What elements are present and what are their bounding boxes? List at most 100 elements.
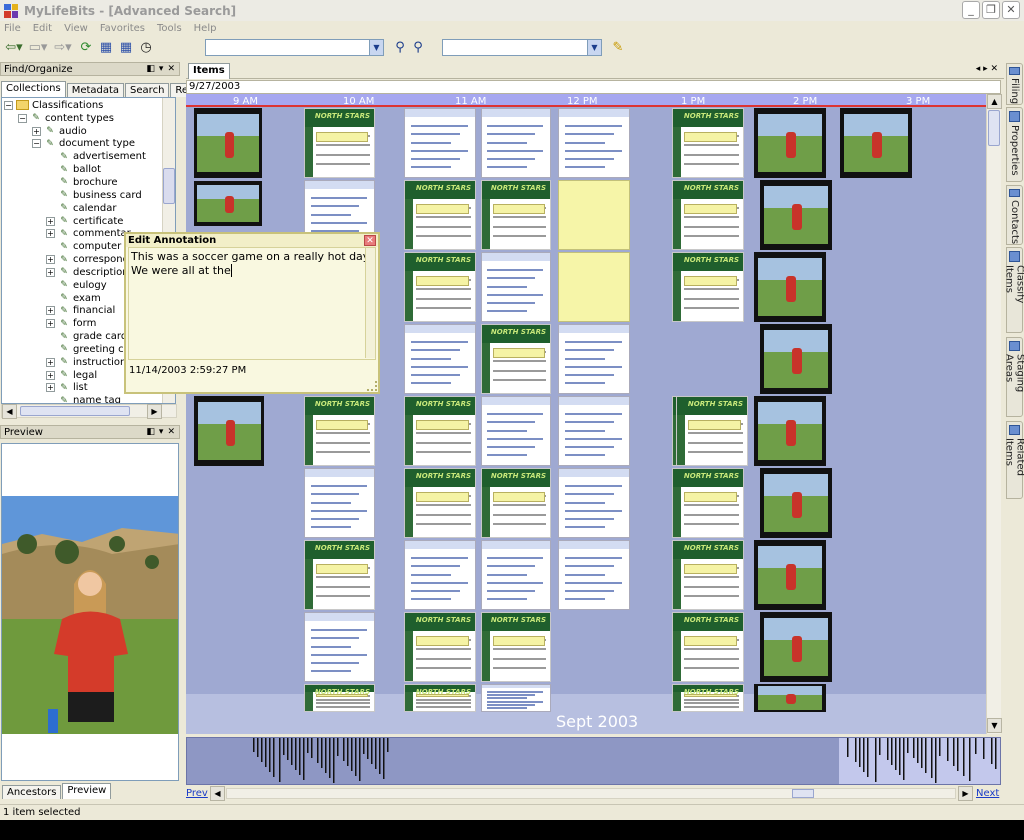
side-tab-contacts[interactable]: Contacts (1006, 185, 1023, 245)
expand-icon[interactable]: + (46, 306, 55, 316)
tab-collections[interactable]: Collections (1, 81, 66, 97)
document-thumbnail[interactable] (481, 396, 551, 466)
document-thumbnail[interactable] (304, 468, 375, 538)
expand-icon[interactable]: + (46, 319, 55, 329)
scroll-up-icon[interactable]: ▲ (987, 94, 1002, 109)
document-thumbnail[interactable]: NORTH STARS (481, 612, 551, 682)
menu-favorites[interactable]: Favorites (100, 21, 145, 36)
document-thumbnail[interactable]: NORTH STARS (304, 396, 375, 466)
expand-icon[interactable]: + (46, 383, 55, 393)
dialog-scrollbar[interactable] (365, 248, 375, 358)
expand-icon[interactable]: + (46, 370, 55, 380)
items-vscrollbar[interactable]: ▲ ▼ (986, 94, 1002, 734)
note-icon[interactable]: ✎ (610, 39, 626, 55)
photo-thumbnail[interactable] (754, 252, 826, 322)
menu-file[interactable]: File (4, 21, 21, 36)
close-button[interactable]: ✕ (1002, 1, 1020, 19)
tree-hscrollbar[interactable]: ◀ ▶ (1, 404, 177, 419)
search-combo[interactable]: ▼ (205, 39, 384, 56)
scroll-down-icon[interactable]: ▼ (987, 718, 1002, 733)
items-panel-controls[interactable]: ◂ ▸ ✕ (976, 64, 998, 74)
document-thumbnail[interactable]: NORTH STARS (304, 684, 375, 712)
scroll-left-icon[interactable]: ◀ (210, 786, 225, 801)
photo-thumbnail[interactable] (760, 468, 832, 538)
document-thumbnail[interactable]: NORTH STARS (672, 468, 744, 538)
document-thumbnail[interactable] (558, 252, 630, 322)
photo-thumbnail[interactable] (840, 108, 912, 178)
tab-items[interactable]: Items (188, 63, 230, 79)
photo-thumbnail[interactable] (760, 324, 832, 394)
photo-thumbnail[interactable] (194, 181, 262, 226)
document-thumbnail[interactable]: NORTH STARS (481, 468, 551, 538)
dock-icon[interactable]: ▾ (159, 427, 164, 437)
document-thumbnail[interactable]: NORTH STARS (481, 180, 551, 250)
tree-node[interactable]: ✎ advertisement (4, 150, 175, 163)
document-thumbnail[interactable]: NORTH STARS (404, 684, 476, 712)
resize-grip-icon[interactable] (367, 381, 377, 391)
tab-ancestors[interactable]: Ancestors (2, 785, 62, 799)
photo-thumbnail[interactable] (754, 108, 826, 178)
scroll-right-icon[interactable]: ▶ (958, 786, 973, 801)
document-thumbnail[interactable] (558, 108, 630, 178)
document-thumbnail[interactable] (481, 252, 551, 322)
document-thumbnail[interactable]: NORTH STARS (672, 540, 744, 610)
menu-tools[interactable]: Tools (157, 21, 182, 36)
side-tab-related-items[interactable]: Related Items (1004, 421, 1024, 499)
folder-up-icon[interactable]: ▭▾ (26, 39, 50, 55)
expand-icon[interactable]: + (46, 267, 55, 277)
photo-thumbnail[interactable] (754, 396, 826, 466)
chevron-down-icon[interactable]: ▼ (369, 40, 383, 55)
photo-thumbnail[interactable] (194, 396, 264, 466)
expand-icon[interactable]: + (46, 229, 55, 239)
document-thumbnail[interactable] (404, 108, 476, 178)
expand-icon[interactable]: + (46, 255, 55, 265)
tree-node[interactable]: ✎ calendar (4, 202, 175, 215)
document-thumbnail[interactable]: NORTH STARS (404, 612, 476, 682)
tree-node[interactable]: − Classifications (4, 99, 175, 112)
side-tab-classify-items[interactable]: Classify Items (1004, 247, 1024, 333)
tree-node[interactable]: ✎ name tag (4, 394, 175, 403)
clock-view-icon[interactable]: ◷ (136, 39, 156, 55)
document-thumbnail[interactable]: NORTH STARS (672, 252, 744, 322)
tree-node[interactable]: ✎ brochure (4, 176, 175, 189)
tree-node[interactable]: ✎ business card (4, 189, 175, 202)
collapse-icon[interactable]: − (4, 100, 13, 110)
collapse-icon[interactable]: − (18, 113, 27, 123)
photo-thumbnail[interactable] (760, 612, 832, 682)
document-thumbnail[interactable]: NORTH STARS (404, 468, 476, 538)
document-thumbnail[interactable] (481, 684, 551, 712)
document-thumbnail[interactable]: NORTH STARS (672, 612, 744, 682)
document-thumbnail[interactable]: NORTH STARS (672, 108, 744, 178)
photo-thumbnail[interactable] (194, 108, 262, 178)
document-thumbnail[interactable] (304, 612, 375, 682)
next-link[interactable]: Next (976, 788, 999, 799)
refresh-icon[interactable]: ⟳ (76, 39, 96, 55)
menu-help[interactable]: Help (194, 21, 217, 36)
filter-combo[interactable]: ▼ (442, 39, 602, 56)
document-thumbnail[interactable] (404, 324, 476, 394)
tab-preview[interactable]: Preview (62, 783, 112, 799)
density-timeline[interactable] (186, 737, 1001, 785)
tree-node[interactable]: − ✎ document type (4, 138, 175, 151)
document-thumbnail[interactable] (558, 396, 630, 466)
photo-thumbnail[interactable] (754, 684, 826, 712)
document-thumbnail[interactable]: NORTH STARS (676, 396, 748, 466)
h-scrollbar[interactable] (226, 788, 956, 799)
photo-thumbnail[interactable] (760, 180, 832, 250)
scroll-right-icon[interactable]: ▶ (147, 404, 162, 419)
grid-view-icon[interactable]: ▦ (116, 39, 136, 55)
side-tab-staging-areas[interactable]: Staging Areas (1004, 337, 1024, 417)
photo-thumbnail[interactable] (754, 540, 826, 610)
annotation-text-area[interactable]: This was a soccer game on a really hot d… (128, 247, 376, 360)
pin-icon[interactable]: ◧ (146, 64, 155, 74)
document-thumbnail[interactable]: NORTH STARS (404, 180, 476, 250)
document-thumbnail[interactable]: NORTH STARS (304, 540, 375, 610)
document-thumbnail[interactable] (404, 540, 476, 610)
expand-icon[interactable]: + (32, 126, 41, 136)
tree-node[interactable]: + ✎ certificate (4, 215, 175, 228)
back-arrow-icon[interactable]: ⇦▾ (2, 39, 26, 55)
close-icon[interactable]: ✕ (167, 427, 175, 437)
collapse-icon[interactable]: − (32, 139, 41, 149)
tree-node[interactable]: + ✎ audio (4, 125, 175, 138)
document-thumbnail[interactable] (558, 180, 630, 250)
